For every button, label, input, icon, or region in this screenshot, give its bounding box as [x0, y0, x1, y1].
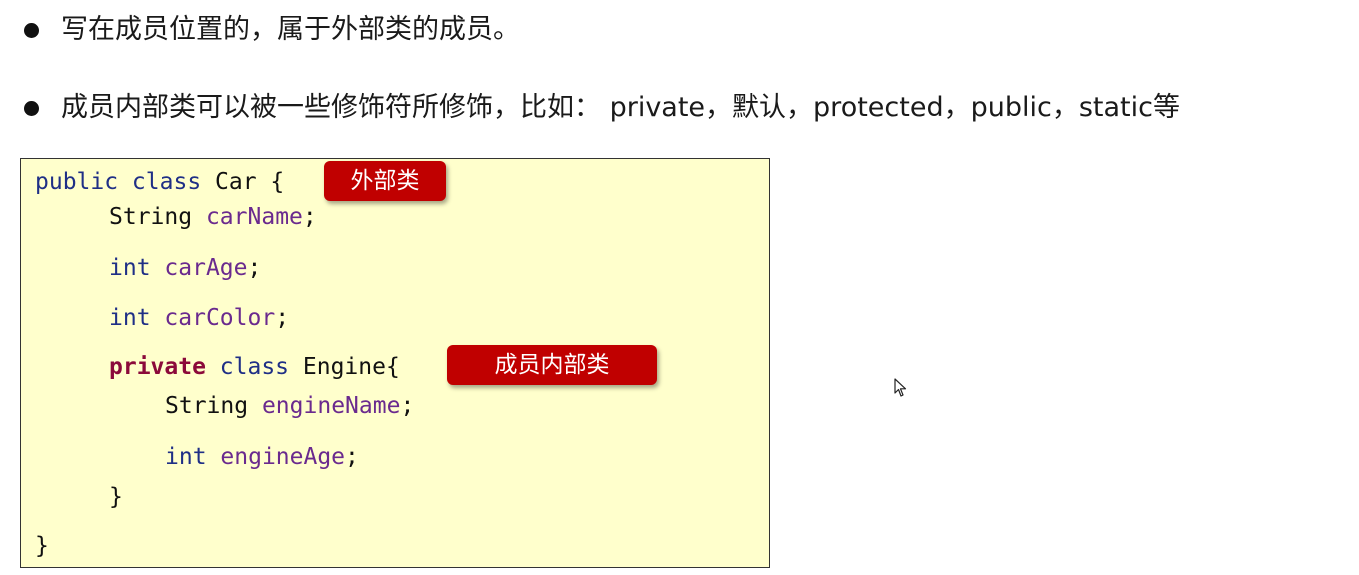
code-variable: carName: [205, 204, 303, 230]
code-line-3: int carAge;: [109, 253, 261, 283]
code-modifier: private: [109, 354, 206, 380]
code-variable: carColor: [164, 305, 276, 331]
code-type: int: [165, 444, 207, 470]
code-block: public class Car { String carName; int c…: [20, 158, 770, 568]
code-line-1: public class Car {: [35, 167, 284, 197]
code-type: String: [165, 393, 249, 419]
outer-class-tag: 外部类: [324, 161, 446, 201]
code-text: Engine{: [289, 354, 400, 380]
code-line-4: int carColor;: [109, 303, 289, 333]
code-type: int: [109, 305, 151, 331]
bullet-text-2: 成员内部类可以被一些修饰符所修饰，比如： private，默认，protecte…: [61, 92, 1180, 123]
code-line-7: int engineAge;: [165, 442, 359, 472]
code-line-2: String carName;: [109, 202, 317, 232]
code-semicolon: ;: [247, 255, 262, 281]
bullet-dot-icon: [24, 22, 39, 38]
code-line-6: String engineName;: [165, 391, 414, 421]
code-semicolon: ;: [302, 204, 317, 230]
code-keyword: public class: [35, 169, 202, 195]
code-line-9: }: [35, 533, 49, 559]
code-text: Car {: [201, 169, 285, 195]
member-inner-class-tag: 成员内部类: [447, 345, 657, 385]
mouse-pointer-icon: [894, 378, 907, 397]
bullet-outer-member: 写在成员位置的，属于外部类的成员。: [24, 12, 520, 48]
code-semicolon: ;: [400, 393, 415, 419]
code-semicolon: ;: [345, 444, 359, 470]
code-type: int: [109, 255, 151, 281]
code-keyword: class: [219, 354, 290, 380]
code-variable: engineAge: [220, 444, 346, 470]
bullet-text-1: 写在成员位置的，属于外部类的成员。: [61, 14, 520, 45]
code-semicolon: ;: [275, 305, 290, 331]
code-variable: engineName: [261, 393, 401, 419]
code-line-5: private class Engine{: [109, 352, 400, 382]
code-type: String: [109, 204, 193, 230]
bullet-dot-icon: [24, 100, 39, 116]
code-line-8: }: [109, 484, 123, 510]
code-variable: carAge: [164, 255, 248, 281]
bullet-modifiers: 成员内部类可以被一些修饰符所修饰，比如： private，默认，protecte…: [24, 90, 1180, 126]
